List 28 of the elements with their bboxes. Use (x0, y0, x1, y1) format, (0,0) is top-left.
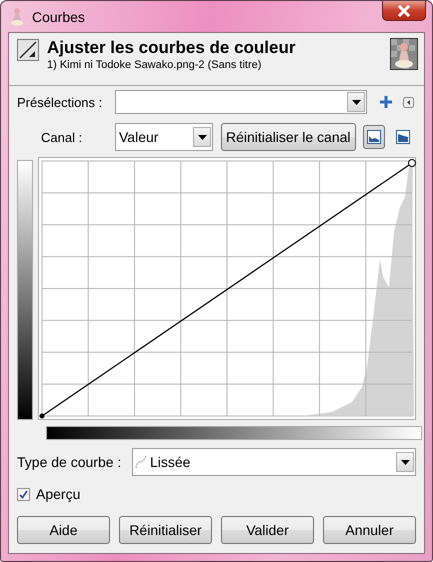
dialog-title: Ajuster les courbes de couleur (47, 38, 296, 58)
image-name: 1) Kimi ni Todoke Sawako.png-2 (Sans titre) (47, 58, 262, 72)
channel-label: Canal : (40, 130, 84, 144)
close-button[interactable] (382, 1, 426, 21)
preview-checkbox[interactable] (17, 488, 30, 500)
presets-dropdown[interactable] (115, 90, 367, 114)
app-icon (10, 6, 24, 26)
add-icon[interactable] (380, 96, 392, 108)
dropdown-arrow-icon (198, 134, 206, 140)
smooth-curve-icon (135, 455, 147, 469)
preview-label: Aperçu (36, 486, 80, 502)
close-icon (397, 4, 411, 16)
dropdown-arrow-icon (352, 100, 360, 104)
reset-channel-button[interactable]: Réinitialiser le canal (221, 123, 356, 151)
channel-dropdown[interactable]: Valeur (115, 123, 213, 151)
dropdown-arrow-icon (400, 460, 410, 464)
dialog-button[interactable]: Valider (221, 516, 314, 544)
dialog-button[interactable]: Aide (17, 516, 110, 544)
presets-label: Présélections : (17, 94, 104, 110)
window-title: Courbes (32, 8, 85, 24)
curve-type-label: Type de courbe : (17, 454, 122, 470)
log-histogram-icon (396, 130, 410, 144)
dialog-button[interactable]: Annuler (323, 516, 416, 544)
curve-type-dropdown[interactable]: Lissée (132, 448, 416, 476)
linear-histogram-icon (366, 130, 381, 144)
histogram-view-button[interactable] (362, 125, 385, 149)
curves-icon (17, 39, 39, 61)
dialog-button[interactable]: Réinitialiser (119, 516, 212, 544)
